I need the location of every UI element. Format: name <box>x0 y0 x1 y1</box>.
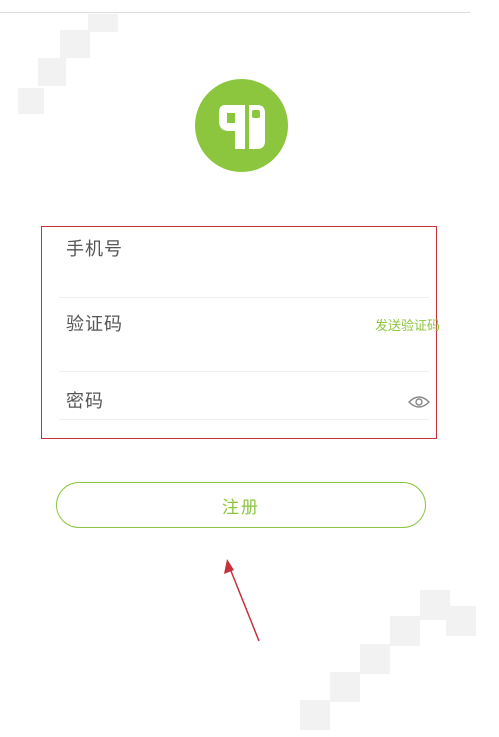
verification-code-field[interactable]: 验证码 <box>66 310 123 336</box>
watermark-block <box>38 58 66 86</box>
watermark-block <box>390 616 420 646</box>
phone-field-row[interactable]: 手机号 <box>59 223 429 298</box>
register-form: 手机号 验证码 发送验证码 密码 <box>41 223 440 439</box>
register-button[interactable]: 注册 <box>56 482 426 528</box>
watermark-block <box>300 700 330 730</box>
register-button-label: 注册 <box>222 497 260 518</box>
app-logo-glyph <box>219 105 265 149</box>
watermark-block <box>446 606 476 636</box>
watermark-block <box>330 672 360 702</box>
code-field-row[interactable]: 验证码 发送验证码 <box>59 297 440 372</box>
register-screen: 手机号 验证码 发送验证码 密码 注册 <box>0 0 499 737</box>
watermark-block <box>18 88 44 114</box>
watermark-block <box>360 644 390 674</box>
watermark-block <box>60 30 90 58</box>
phone-field[interactable]: 手机号 <box>66 235 123 261</box>
password-field-row[interactable]: 密码 <box>59 373 430 420</box>
watermark-block <box>88 14 118 32</box>
top-divider <box>0 12 470 13</box>
app-logo-icon <box>195 79 288 172</box>
eye-icon[interactable] <box>408 394 430 408</box>
send-code-button[interactable]: 发送验证码 <box>375 315 440 334</box>
password-field[interactable]: 密码 <box>66 387 104 413</box>
